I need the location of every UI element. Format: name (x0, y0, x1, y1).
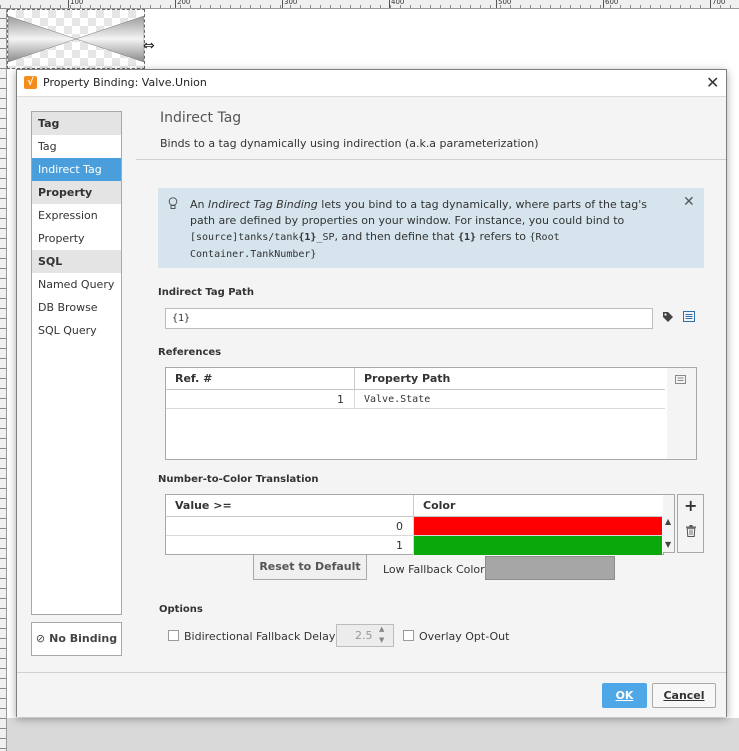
info-code-bold: {1} (298, 232, 317, 243)
translation-scrollbar[interactable]: ▲ ▼ (663, 494, 675, 553)
binding-app-icon: √ (24, 76, 37, 89)
sidebar-item-indirect-tag[interactable]: Indirect Tag (32, 158, 121, 181)
binding-header: Indirect Tag Binds to a tag dynamically … (136, 97, 726, 160)
tag-icon[interactable] (662, 311, 674, 326)
options-label: Options (159, 604, 203, 615)
no-entry-icon: ⊘ (35, 632, 46, 645)
ruler-tick-label: 400 (391, 0, 405, 6)
property-path-cell[interactable]: Valve.State (355, 390, 665, 409)
ok-button[interactable]: OK (602, 683, 647, 708)
property-binding-dialog: √ Property Binding: Valve.Union ✕ Tag Ta… (16, 69, 727, 717)
bidirectional-checkbox[interactable] (168, 630, 179, 641)
info-text-part: refers to (476, 230, 530, 243)
fallback-delay-value: 2.5 (355, 629, 373, 642)
sidebar-item-named-query[interactable]: Named Query (32, 273, 121, 296)
close-icon[interactable]: ✕ (706, 73, 719, 92)
canvas-outside-area (7, 718, 739, 751)
horizontal-ruler: 100 200 300 400 500 600 700 (0, 0, 739, 9)
indirect-path-label: Indirect Tag Path (158, 287, 254, 298)
ruler-tick-label: 200 (177, 0, 191, 6)
valve-icon (7, 15, 145, 63)
fallback-color-swatch[interactable] (485, 556, 615, 580)
binding-title: Indirect Tag (160, 110, 242, 126)
info-text-part: , and then define that (334, 230, 458, 243)
column-header-property-path[interactable]: Property Path (355, 368, 665, 390)
sidebar-item-db-browse[interactable]: DB Browse (32, 296, 121, 319)
info-code: _SP (316, 232, 335, 243)
column-header-color[interactable]: Color (414, 495, 662, 517)
references-toolbar (667, 367, 697, 460)
threshold-value-cell[interactable]: 0 (166, 517, 414, 536)
info-code: [source]tanks/tank (190, 232, 299, 243)
fallback-delay-label: Fallback Delay (256, 630, 336, 643)
sidebar-group-tag: Tag (32, 112, 121, 135)
trash-icon[interactable] (686, 525, 696, 540)
scroll-up-icon[interactable]: ▲ (665, 517, 671, 526)
resize-handle-icon[interactable]: ⇔ (143, 38, 155, 54)
ref-number-cell[interactable]: 1 (166, 390, 355, 409)
color-swatch-cell[interactable] (414, 517, 662, 536)
close-icon[interactable]: ✕ (683, 194, 695, 210)
dialog-title: Property Binding: Valve.Union (43, 76, 207, 89)
sidebar-group-property: Property (32, 181, 121, 204)
no-binding-button[interactable]: ⊘ No Binding (31, 622, 122, 656)
spin-up-icon[interactable]: ▲ (379, 625, 384, 633)
sidebar-item-property[interactable]: Property (32, 227, 121, 250)
vertical-ruler (0, 8, 7, 751)
column-header-ref[interactable]: Ref. # (166, 368, 355, 390)
lightbulb-icon (168, 197, 178, 213)
ruler-tick-label: 300 (284, 0, 298, 6)
sidebar-item-tag[interactable]: Tag (32, 135, 121, 158)
binding-subtitle: Binds to a tag dynamically using indirec… (160, 137, 539, 150)
color-translation-table: Value >= Color 0 1 (165, 494, 664, 555)
valve-component[interactable] (7, 9, 145, 69)
info-text-emphasis: Indirect Tag Binding (208, 198, 318, 211)
overlay-opt-out-label: Overlay Opt-Out (419, 630, 510, 643)
color-swatch-cell[interactable] (414, 536, 662, 555)
ruler-tick-label: 600 (605, 0, 619, 6)
info-code-bold: {1} (457, 232, 477, 243)
translation-label: Number-to-Color Translation (158, 474, 319, 485)
add-row-icon[interactable]: + (684, 496, 697, 515)
info-panel: An Indirect Tag Binding lets you bind to… (158, 188, 704, 268)
fallback-color-label: Low Fallback Color: (383, 563, 489, 576)
references-label: References (158, 347, 222, 358)
info-text: An Indirect Tag Binding lets you bind to… (190, 197, 670, 263)
spin-down-icon[interactable]: ▼ (379, 636, 384, 644)
indirect-tag-path-input[interactable]: {1} (165, 308, 653, 329)
references-table: Ref. # Property Path 1 Valve.State (165, 367, 668, 460)
no-binding-label: No Binding (49, 632, 118, 645)
fallback-delay-spinner[interactable]: 2.5 ▲ ▼ (336, 624, 394, 647)
binding-type-list: Tag Tag Indirect Tag Property Expression… (31, 111, 122, 615)
sidebar-item-sql-query[interactable]: SQL Query (32, 319, 121, 342)
ruler-tick-label: 100 (70, 0, 84, 6)
ruler-tick-label: 500 (498, 0, 512, 6)
info-text-part: An (190, 198, 208, 211)
dialog-footer: OK Cancel (17, 672, 726, 717)
ok-label: OK (615, 689, 634, 702)
translation-toolbar: + (677, 494, 704, 553)
sidebar-item-expression[interactable]: Expression (32, 204, 121, 227)
cancel-label: Cancel (663, 689, 705, 702)
scroll-down-icon[interactable]: ▼ (665, 540, 671, 549)
edit-icon[interactable] (683, 311, 695, 325)
cancel-button[interactable]: Cancel (652, 683, 716, 708)
bidirectional-label: Bidirectional (184, 630, 253, 643)
reset-to-default-button[interactable]: Reset to Default (253, 554, 367, 580)
sidebar-group-sql: SQL (32, 250, 121, 273)
column-header-value[interactable]: Value >= (166, 495, 414, 517)
dialog-titlebar[interactable]: √ Property Binding: Valve.Union ✕ (17, 70, 726, 97)
ruler-tick-label: 700 (712, 0, 726, 6)
threshold-value-cell[interactable]: 1 (166, 536, 414, 555)
overlay-opt-out-checkbox[interactable] (403, 630, 414, 641)
edit-list-icon[interactable] (675, 374, 686, 387)
